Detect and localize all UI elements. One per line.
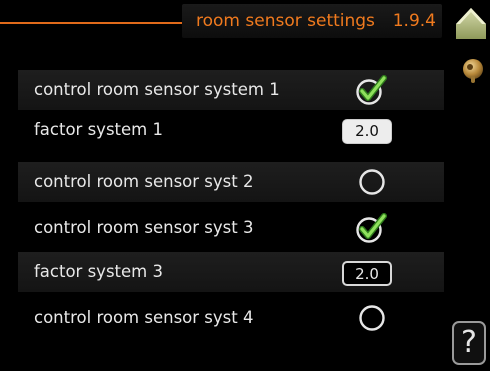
check-icon — [356, 213, 387, 243]
menu-header: room sensor settings 1.9.4 — [182, 4, 442, 38]
menu-title: room sensor settings — [196, 11, 375, 31]
menu-code: 1.9.4 — [392, 11, 436, 31]
help-icon[interactable]: ? — [452, 321, 486, 365]
check-icon — [356, 75, 387, 105]
empty-circle-icon — [359, 305, 385, 331]
checkbox-checked[interactable] — [354, 70, 390, 110]
row-control-room-sensor-system-1[interactable]: control room sensor system 1 — [18, 70, 444, 110]
row-label: factor system 3 — [34, 262, 163, 281]
row-control-room-sensor-syst-4[interactable]: control room sensor syst 4 — [18, 298, 444, 338]
factor-value-field[interactable]: 2.0 — [342, 252, 394, 292]
value-box[interactable]: 2.0 — [342, 261, 392, 286]
header-accent-line — [0, 22, 190, 24]
checkbox-checked[interactable] — [354, 208, 390, 248]
house-icon[interactable] — [455, 6, 487, 40]
value-box[interactable]: 2.0 — [342, 119, 392, 144]
row-label: control room sensor system 1 — [34, 80, 280, 99]
row-factor-system-1[interactable]: factor system 1 2.0 — [18, 110, 444, 150]
row-control-room-sensor-syst-2[interactable]: control room sensor syst 2 — [18, 162, 444, 202]
row-label: control room sensor syst 3 — [34, 218, 254, 237]
screen: room sensor settings 1.9.4 control room … — [0, 0, 490, 371]
factor-value-field[interactable]: 2.0 — [342, 110, 394, 150]
row-control-room-sensor-syst-3[interactable]: control room sensor syst 3 — [18, 208, 444, 248]
row-label: control room sensor syst 4 — [34, 308, 254, 327]
thermometer-knob-icon — [460, 58, 486, 84]
checkbox-unchecked[interactable] — [356, 298, 388, 338]
row-factor-system-3[interactable]: factor system 3 2.0 — [18, 252, 444, 292]
empty-circle-icon — [359, 169, 385, 195]
row-label: control room sensor syst 2 — [34, 172, 254, 191]
row-label: factor system 1 — [34, 120, 163, 139]
checkbox-unchecked[interactable] — [356, 162, 388, 202]
